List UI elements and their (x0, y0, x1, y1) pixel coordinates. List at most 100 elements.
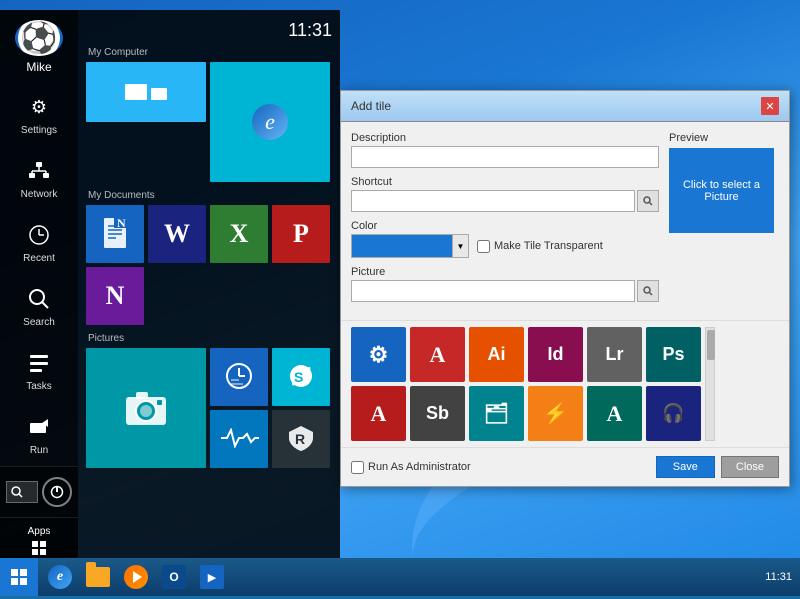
transparent-checkbox[interactable] (477, 240, 490, 253)
sidebar-item-label: Run (30, 445, 48, 456)
picture-browse-button[interactable] (637, 280, 659, 302)
taskbar-mediaplayer-icon[interactable] (118, 559, 154, 595)
tile-word[interactable]: W (148, 205, 206, 263)
sidebar-item-tasks[interactable]: Tasks (0, 338, 78, 402)
shortcut-group: Shortcut (351, 176, 659, 212)
sidebar-item-network[interactable]: Network (0, 146, 78, 210)
color-dropdown-arrow[interactable]: ▼ (452, 235, 468, 257)
mediaplayer-small-icon (124, 565, 148, 589)
ie-small-icon: e (48, 565, 72, 589)
sidebar-item-recent[interactable]: Recent (0, 210, 78, 274)
avatar-image: ⚽ (18, 20, 60, 56)
tile-my-computer[interactable] (86, 62, 206, 122)
start-menu-sidebar: ⚽ Mike ⚙ Settings (0, 10, 78, 558)
description-group: Description (351, 132, 659, 168)
dialog-close-button[interactable]: ✕ (761, 97, 779, 115)
taskbar-time: 11:31 (765, 571, 792, 583)
search-bar-icon (11, 486, 23, 498)
start-button[interactable] (0, 558, 38, 596)
dialog-title: Add tile (351, 99, 391, 113)
lightroom-icon: Lr (606, 344, 624, 365)
shortcut-browse-button[interactable] (637, 190, 659, 212)
color-swatch[interactable] (352, 235, 452, 257)
tiles-row: N W X P (86, 205, 332, 325)
app-tile-files[interactable]: 🗂 (469, 386, 524, 441)
audition-icon: 🎧 (662, 403, 684, 424)
section-label: My Documents (88, 190, 332, 201)
app-tile-acrobat2[interactable]: A (351, 386, 406, 441)
user-avatar[interactable]: ⚽ (15, 20, 63, 56)
app-tile-lightroom[interactable]: Lr (587, 327, 642, 382)
app-tile-indesign[interactable]: Id (528, 327, 583, 382)
outlook-small-icon: O (162, 565, 186, 589)
tile-documents[interactable]: N (86, 205, 144, 263)
tiles-scrollbar[interactable] (705, 327, 715, 441)
ie-icon: e (252, 104, 288, 140)
tile-onenote[interactable]: N (86, 267, 144, 325)
sidebar-item-run[interactable]: Run (0, 402, 78, 466)
app-tile-settings[interactable]: ⚙ (351, 327, 406, 382)
search-bar[interactable] (6, 481, 38, 503)
tile-app4[interactable]: R (272, 410, 330, 468)
picture-group: Picture (351, 266, 659, 302)
tile-clock[interactable] (210, 348, 268, 406)
scrollbar-thumb (707, 330, 715, 360)
tile-skype[interactable]: S (272, 348, 330, 406)
sidebar-item-search[interactable]: Search (0, 274, 78, 338)
app-tiles-wrapper: ⚙ A Ai Id Lr (351, 327, 779, 441)
sidebar-item-label: Network (21, 189, 58, 200)
skype-icon: S (285, 360, 317, 395)
app-tile-photoshop[interactable]: Ps (646, 327, 701, 382)
sidebar-item-label: Tasks (26, 381, 52, 392)
shortcut-input[interactable] (351, 190, 635, 212)
dialog-preview: Preview Click to select a Picture (669, 132, 779, 310)
tile-activity[interactable] (210, 410, 268, 468)
close-button[interactable]: Close (721, 456, 779, 478)
run-as-admin-checkbox[interactable] (351, 461, 364, 474)
tile-internet-explorer[interactable]: e (210, 62, 330, 182)
description-label: Description (351, 132, 659, 144)
color-group: Color ▼ Make Tile Transparent (351, 220, 659, 258)
sidebar-item-label: Recent (23, 253, 55, 264)
tasks-icon (24, 348, 54, 378)
taskbar-ie-icon[interactable]: e (42, 559, 78, 595)
windows-grid-icon (0, 541, 78, 555)
run-as-admin-row: Run As Administrator (351, 461, 471, 474)
power-button[interactable] (42, 477, 72, 507)
app-tile-flash[interactable]: ⚡ (528, 386, 583, 441)
save-button[interactable]: Save (656, 456, 715, 478)
flash-icon: ⚡ (543, 401, 568, 426)
taskbar-clock: 11:31 (765, 571, 800, 583)
app-tile-illustrator[interactable]: Ai (469, 327, 524, 382)
svg-text:N: N (117, 216, 126, 230)
preview-box[interactable]: Click to select a Picture (669, 148, 774, 233)
folder-small-icon (86, 567, 110, 587)
taskbar-outlook-icon[interactable]: O (156, 559, 192, 595)
captivate-icon: A (607, 401, 623, 427)
app-tile-captivate[interactable]: A (587, 386, 642, 441)
app-tile-acrobat[interactable]: A (410, 327, 465, 382)
windows-logo-icon (11, 569, 27, 585)
taskbar-pinned-icons: e O ▶ (38, 559, 234, 595)
browse-icon (643, 196, 653, 206)
description-input[interactable] (351, 146, 659, 168)
taskbar-folder-icon[interactable] (80, 559, 116, 595)
settings-tile-icon: ⚙ (369, 342, 389, 368)
color-row: ▼ Make Tile Transparent (351, 234, 659, 258)
picture-input[interactable] (351, 280, 635, 302)
word-icon: W (164, 219, 190, 249)
dialog-titlebar: Add tile ✕ (341, 91, 789, 122)
app-tile-soundbooth[interactable]: Sb (410, 386, 465, 441)
tile-powerpoint[interactable]: P (272, 205, 330, 263)
camera-icon (121, 387, 171, 430)
sidebar-item-settings[interactable]: ⚙ Settings (0, 82, 78, 146)
app-tiles-grid: ⚙ A Ai Id Lr (351, 327, 701, 441)
add-tile-dialog: Add tile ✕ Description Shortcut (340, 90, 790, 487)
user-name: Mike (26, 60, 51, 74)
search-icon (24, 284, 54, 314)
tile-excel[interactable]: X (210, 205, 268, 263)
tile-pictures[interactable] (86, 348, 206, 468)
shortcut-label: Shortcut (351, 176, 659, 188)
taskbar-media-icon[interactable]: ▶ (194, 559, 230, 595)
app-tile-audition[interactable]: 🎧 (646, 386, 701, 441)
